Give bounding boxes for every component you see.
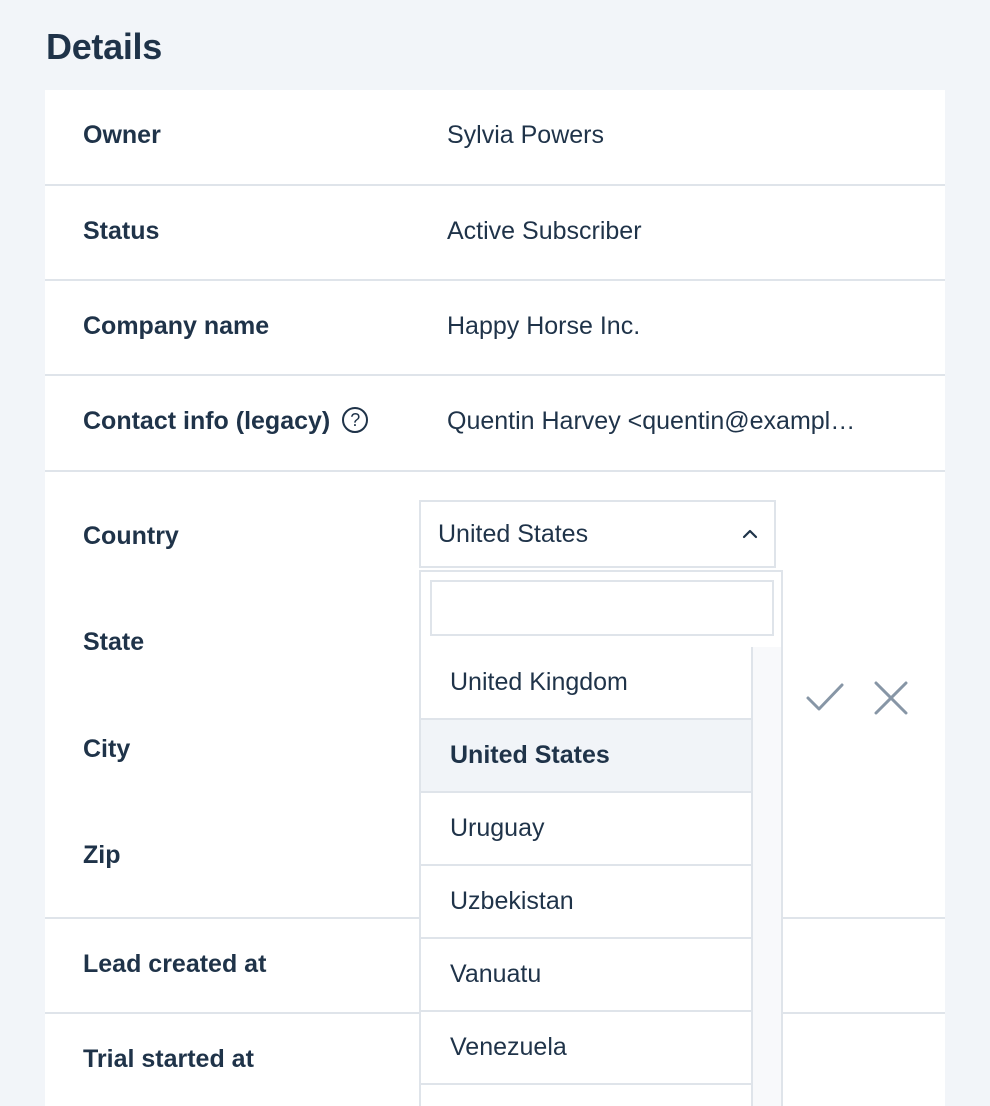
option-uruguay[interactable]: Uruguay bbox=[421, 793, 753, 866]
country-search-input[interactable] bbox=[430, 580, 774, 636]
zip-label: Zip bbox=[83, 841, 121, 869]
help-circle-icon[interactable]: ? bbox=[342, 407, 369, 434]
status-row: Status Active Subscriber bbox=[45, 186, 945, 281]
company-name-value: Happy Horse Inc. bbox=[447, 312, 641, 340]
country-select-value: United States bbox=[438, 520, 589, 548]
close-icon[interactable] bbox=[871, 678, 911, 718]
city-label: City bbox=[83, 735, 131, 763]
country-dropdown: United Kingdom United States Uruguay Uzb… bbox=[419, 570, 783, 1106]
contact-info-label-wrap: Contact info (legacy)? bbox=[83, 407, 369, 436]
page-title: Details bbox=[46, 26, 162, 67]
company-name-row: Company name Happy Horse Inc. bbox=[45, 281, 945, 376]
state-label: State bbox=[83, 628, 145, 656]
contact-info-label: Contact info (legacy) bbox=[83, 407, 331, 435]
option-united-states[interactable]: United States bbox=[421, 720, 753, 793]
option-venezuela[interactable]: Venezuela bbox=[421, 1012, 753, 1085]
status-value: Active Subscriber bbox=[447, 217, 642, 245]
details-card: Owner Sylvia Powers Status Active Subscr… bbox=[45, 90, 945, 1106]
country-select[interactable]: United States bbox=[419, 500, 776, 568]
company-name-label: Company name bbox=[83, 312, 270, 340]
trial-started-label: Trial started at bbox=[83, 1045, 254, 1073]
option-united-kingdom[interactable]: United Kingdom bbox=[421, 647, 753, 720]
option-vanuatu[interactable]: Vanuatu bbox=[421, 939, 753, 1012]
owner-value: Sylvia Powers bbox=[447, 121, 604, 149]
option-next[interactable] bbox=[421, 1085, 753, 1106]
contact-info-row: Contact info (legacy)? Quentin Harvey <q… bbox=[45, 376, 945, 472]
option-uzbekistan[interactable]: Uzbekistan bbox=[421, 866, 753, 939]
dropdown-scrollbar[interactable] bbox=[753, 647, 781, 1106]
country-options-list: United Kingdom United States Uruguay Uzb… bbox=[421, 647, 753, 1106]
owner-label: Owner bbox=[83, 121, 161, 149]
check-icon[interactable] bbox=[805, 678, 845, 718]
country-label: Country bbox=[83, 522, 179, 550]
chevron-up-icon bbox=[742, 529, 758, 539]
contact-info-value: Quentin Harvey <quentin@exampl… bbox=[447, 407, 856, 435]
owner-row: Owner Sylvia Powers bbox=[45, 90, 945, 186]
status-label: Status bbox=[83, 217, 160, 245]
lead-created-label: Lead created at bbox=[83, 950, 267, 978]
